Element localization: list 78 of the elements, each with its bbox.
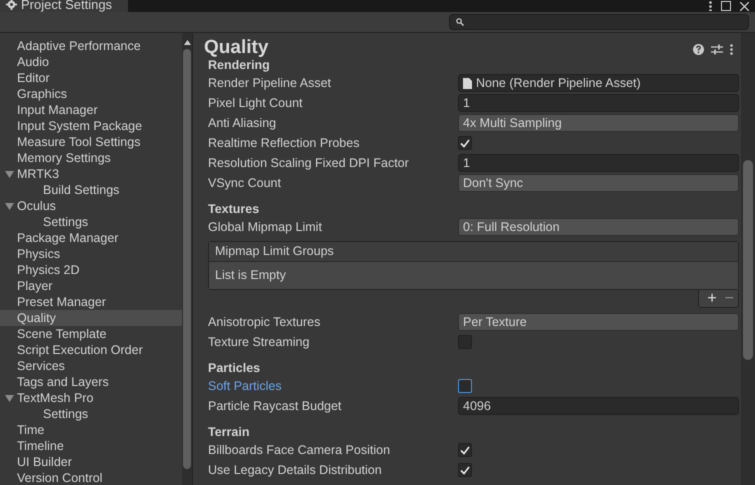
dropdown-field[interactable]: 0: Full Resolution xyxy=(458,218,739,236)
field-label: Particle Raycast Budget xyxy=(208,398,342,415)
close-icon[interactable] xyxy=(740,2,749,10)
scroll-up-arrow-icon[interactable] xyxy=(184,40,190,45)
sidebar-item[interactable]: Tags and Layers xyxy=(0,374,182,390)
sidebar-item[interactable]: Settings xyxy=(0,406,182,422)
field-label: Anti Aliasing xyxy=(208,114,278,132)
sidebar-item[interactable]: Player xyxy=(0,278,182,294)
page-title: Quality xyxy=(204,38,268,57)
sidebar-item[interactable]: MRTK3 xyxy=(0,166,182,182)
field-label: Use Legacy Details Distribution xyxy=(208,462,383,479)
dropdown-field[interactable]: 4x Multi Sampling xyxy=(458,114,739,132)
sidebar-item[interactable]: Memory Settings xyxy=(0,150,182,166)
field-label: Pixel Light Count xyxy=(208,94,304,112)
sidebar-item[interactable]: Build Settings xyxy=(0,182,182,198)
number-field[interactable]: 1 xyxy=(458,154,739,172)
expand-triangle-icon[interactable] xyxy=(5,394,14,402)
sidebar-item[interactable]: Time xyxy=(0,422,182,438)
dropdown-field[interactable]: Don't Sync xyxy=(458,174,739,192)
checkbox[interactable] xyxy=(458,379,472,393)
dropdown-field[interactable]: Per Texture xyxy=(458,313,739,331)
field-label: Render Pipeline Asset xyxy=(208,74,332,92)
sidebar-item[interactable]: Timeline xyxy=(0,438,182,454)
empty-list-text: List is Empty xyxy=(209,262,738,289)
add-button[interactable]: + xyxy=(707,290,717,306)
sidebar-item[interactable]: UI Builder xyxy=(0,454,182,470)
checkbox[interactable] xyxy=(458,136,472,150)
sidebar-item[interactable]: Audio xyxy=(0,54,182,70)
sidebar-item[interactable]: Oculus xyxy=(0,198,182,214)
object-field[interactable]: None (Render Pipeline Asset) xyxy=(458,74,739,92)
field-label: Global Mipmap Limit xyxy=(208,218,323,236)
sidebar-item[interactable]: Preset Manager xyxy=(0,294,182,310)
scrollbar[interactable] xyxy=(741,33,755,485)
sidebar-item[interactable]: Package Manager xyxy=(0,230,182,246)
number-field[interactable]: 1 xyxy=(458,94,739,112)
sidebar-item[interactable]: Measure Tool Settings xyxy=(0,134,182,150)
field-value: None (Render Pipeline Asset) xyxy=(476,74,641,92)
sidebar-item[interactable]: TextMesh Pro xyxy=(0,390,182,406)
section-header: Particles xyxy=(207,360,262,376)
section-header: Textures xyxy=(207,201,260,217)
sidebar-item[interactable]: Adaptive Performance xyxy=(0,38,182,54)
sidebar-item[interactable]: Physics 2D xyxy=(0,262,182,278)
scrollbar[interactable] xyxy=(182,33,192,485)
number-field[interactable]: 4096 xyxy=(458,397,739,415)
sidebar-item[interactable]: Physics xyxy=(0,246,182,262)
sliders-icon[interactable] xyxy=(711,44,723,55)
section-header: Terrain xyxy=(207,424,250,440)
list-header: Mipmap Limit Groups xyxy=(209,242,738,262)
field-label: Soft Particles xyxy=(208,378,283,395)
more-options-icon[interactable] xyxy=(730,44,733,55)
help-icon[interactable] xyxy=(693,44,704,55)
sidebar-item[interactable]: Version Control xyxy=(0,470,182,485)
checkbox[interactable] xyxy=(458,443,472,457)
sidebar-item[interactable]: Input Manager xyxy=(0,102,182,118)
gear-icon xyxy=(6,0,17,10)
field-label: Texture Streaming xyxy=(208,334,310,351)
checkbox[interactable] xyxy=(458,463,472,477)
field-label: Billboards Face Camera Position xyxy=(208,442,392,459)
search-field[interactable] xyxy=(449,14,749,30)
expand-triangle-icon[interactable] xyxy=(5,202,14,210)
field-label: Resolution Scaling Fixed DPI Factor xyxy=(208,154,410,172)
sidebar-item[interactable]: Settings xyxy=(0,214,182,230)
sidebar-item[interactable]: Scene Template xyxy=(0,326,182,342)
sidebar-item[interactable]: Script Execution Order xyxy=(0,342,182,358)
maximize-icon[interactable] xyxy=(721,1,731,11)
sidebar-item[interactable]: Input System Package xyxy=(0,118,182,134)
field-label: Anisotropic Textures xyxy=(208,314,322,331)
field-label: Realtime Reflection Probes xyxy=(208,134,360,152)
document-icon xyxy=(463,78,472,88)
sidebar-item[interactable]: Quality xyxy=(0,310,182,326)
section-header: Rendering xyxy=(207,57,271,73)
expand-triangle-icon[interactable] xyxy=(5,170,14,178)
search-icon xyxy=(456,18,464,26)
field-label: VSync Count xyxy=(208,174,282,192)
sidebar-item[interactable]: Editor xyxy=(0,70,182,86)
sidebar-item[interactable]: Graphics xyxy=(0,86,182,102)
sidebar-item[interactable]: Services xyxy=(0,358,182,374)
more-options-icon[interactable] xyxy=(709,1,712,11)
